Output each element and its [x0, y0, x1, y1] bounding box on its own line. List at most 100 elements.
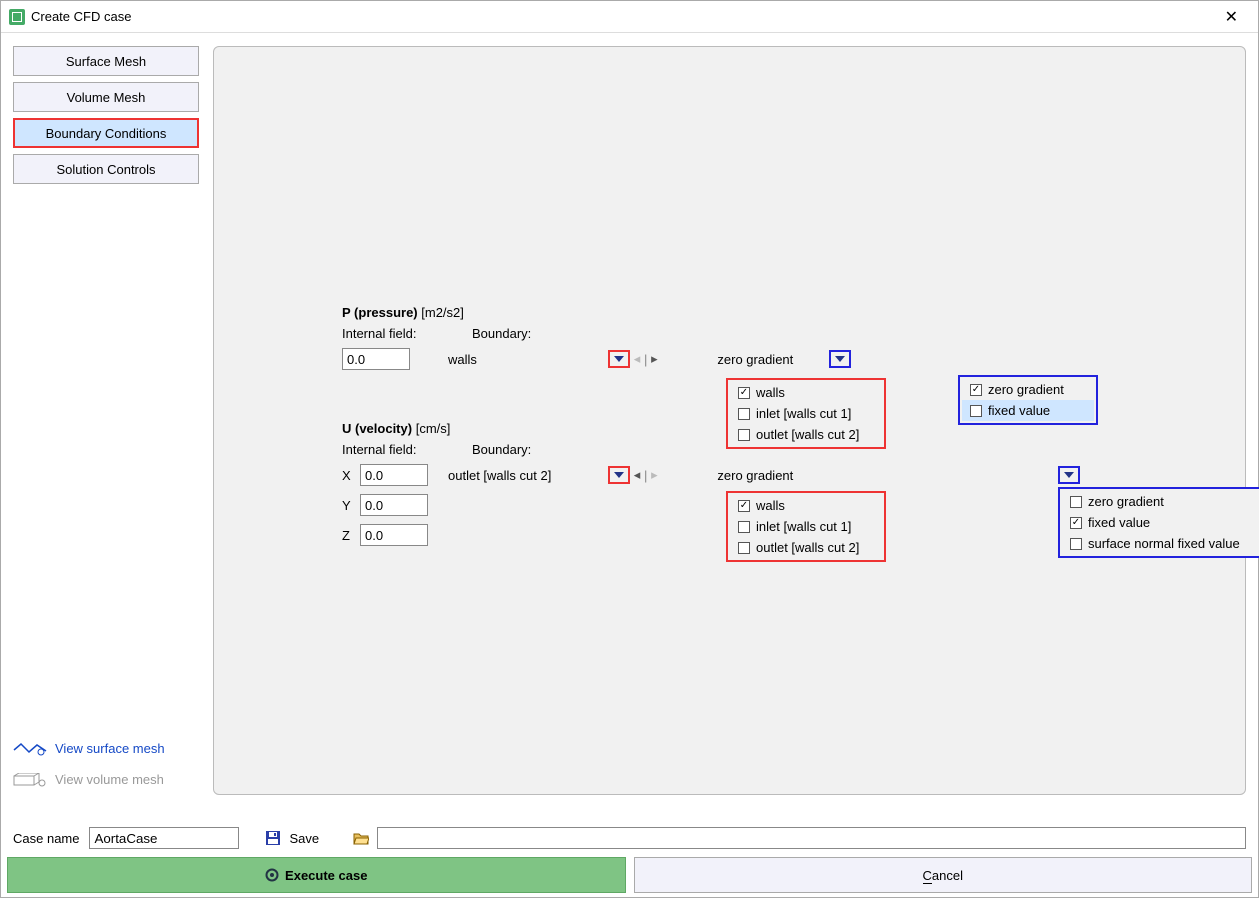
bc-option[interactable]: fixed value: [1062, 512, 1259, 533]
velocity-unit: [cm/s]: [416, 421, 451, 436]
sidebar: Surface Mesh Volume Mesh Boundary Condit…: [1, 34, 209, 807]
folder-open-icon[interactable]: [353, 830, 369, 846]
axis-label-z: Z: [342, 528, 360, 543]
window-title: Create CFD case: [31, 9, 131, 24]
execute-case-button[interactable]: Execute case: [7, 857, 626, 893]
pressure-boundary-dropdown[interactable]: [608, 350, 630, 368]
case-name-label: Case name: [13, 831, 79, 846]
pressure-unit: [m2/s2]: [421, 305, 464, 320]
checkbox-icon: [738, 521, 750, 533]
case-path-input[interactable]: [377, 827, 1246, 849]
checkbox-icon: [738, 408, 750, 420]
button-label: ancel: [932, 868, 963, 883]
close-button[interactable]: ✕: [1213, 3, 1250, 31]
boundary-option[interactable]: outlet [walls cut 2]: [730, 424, 882, 445]
bc-option[interactable]: fixed value: [962, 400, 1094, 421]
prev-boundary-button[interactable]: ◂: [632, 467, 642, 483]
titlebar: Create CFD case ✕: [1, 1, 1258, 33]
velocity-selected-boundary: outlet [walls cut 2]: [448, 468, 588, 483]
velocity-z-input[interactable]: [360, 524, 428, 546]
tab-label: Volume Mesh: [67, 90, 146, 105]
surface-mesh-icon: [13, 742, 47, 756]
button-label: Execute case: [285, 868, 367, 883]
boundary-option[interactable]: walls: [730, 495, 882, 516]
pressure-bc-label: zero gradient: [717, 352, 827, 367]
pressure-section: P (pressure) [m2/s2] Internal field: Bou…: [342, 305, 1162, 371]
checkbox-icon: [970, 384, 982, 396]
save-icon[interactable]: [265, 830, 281, 846]
boundary-option[interactable]: outlet [walls cut 2]: [730, 537, 882, 558]
option-label: fixed value: [1088, 515, 1150, 530]
bc-option[interactable]: surface normal fixed value: [1062, 533, 1259, 554]
tab-label: Surface Mesh: [66, 54, 146, 69]
link-label: View volume mesh: [55, 772, 164, 787]
chevron-down-icon: [614, 472, 624, 478]
option-label: outlet [walls cut 2]: [756, 427, 859, 442]
cancel-button[interactable]: Cancel: [634, 857, 1253, 893]
pressure-bc-dropdown[interactable]: [829, 350, 851, 368]
prev-boundary-button: ◂: [632, 351, 642, 367]
velocity-internal-label: Internal field:: [342, 442, 434, 457]
case-name-input[interactable]: [89, 827, 239, 849]
tab-label: Boundary Conditions: [46, 126, 167, 141]
option-label: inlet [walls cut 1]: [756, 519, 851, 534]
checkbox-icon: [970, 405, 982, 417]
content-panel: P (pressure) [m2/s2] Internal field: Bou…: [213, 46, 1246, 795]
pressure-boundary-popup: walls inlet [walls cut 1] outlet [walls …: [726, 378, 886, 449]
bc-option[interactable]: zero gradient: [1062, 491, 1259, 512]
velocity-bc-dropdown[interactable]: [1058, 466, 1080, 484]
option-label: outlet [walls cut 2]: [756, 540, 859, 555]
link-label: View surface mesh: [55, 741, 165, 756]
boundary-option[interactable]: walls: [730, 382, 882, 403]
pressure-internal-input[interactable]: [342, 348, 410, 370]
option-label: walls: [756, 498, 785, 513]
axis-label-y: Y: [342, 498, 360, 513]
volume-mesh-icon: [13, 773, 47, 787]
tab-solution-controls[interactable]: Solution Controls: [13, 154, 199, 184]
next-boundary-button[interactable]: ▸: [649, 351, 659, 367]
velocity-boundary-label: Boundary:: [472, 442, 531, 457]
option-label: zero gradient: [988, 382, 1064, 397]
pressure-title: P (pressure): [342, 305, 418, 320]
axis-label-x: X: [342, 468, 360, 483]
view-volume-mesh-link: View volume mesh: [13, 772, 201, 787]
pressure-selected-boundary: walls: [448, 352, 588, 367]
action-buttons: Execute case Cancel: [7, 857, 1252, 893]
pressure-internal-label: Internal field:: [342, 326, 434, 341]
velocity-x-input[interactable]: [360, 464, 428, 486]
chevron-down-icon: [1064, 472, 1074, 478]
chevron-down-icon: [614, 356, 624, 362]
option-label: walls: [756, 385, 785, 400]
checkbox-icon: [1070, 538, 1082, 550]
boundary-option[interactable]: inlet [walls cut 1]: [730, 516, 882, 537]
velocity-y-input[interactable]: [360, 494, 428, 516]
pressure-boundary-label: Boundary:: [472, 326, 531, 341]
app-icon: [9, 9, 25, 25]
option-label: surface normal fixed value: [1088, 536, 1240, 551]
gear-icon: [265, 868, 279, 882]
tab-surface-mesh[interactable]: Surface Mesh: [13, 46, 199, 76]
tab-volume-mesh[interactable]: Volume Mesh: [13, 82, 199, 112]
checkbox-icon: [1070, 517, 1082, 529]
tab-boundary-conditions[interactable]: Boundary Conditions: [13, 118, 199, 148]
boundary-option[interactable]: inlet [walls cut 1]: [730, 403, 882, 424]
checkbox-icon: [738, 542, 750, 554]
velocity-title: U (velocity): [342, 421, 412, 436]
save-label[interactable]: Save: [289, 831, 319, 846]
checkbox-icon: [738, 500, 750, 512]
bc-option[interactable]: zero gradient: [962, 379, 1094, 400]
checkbox-icon: [738, 429, 750, 441]
checkbox-icon: [738, 387, 750, 399]
velocity-bc-label: zero gradient: [717, 468, 827, 483]
velocity-boundary-popup: walls inlet [walls cut 1] outlet [walls …: [726, 491, 886, 562]
option-label: zero gradient: [1088, 494, 1164, 509]
main-area: Surface Mesh Volume Mesh Boundary Condit…: [1, 34, 1258, 807]
velocity-bc-popup: zero gradient fixed value surface normal…: [1058, 487, 1259, 558]
option-label: fixed value: [988, 403, 1050, 418]
velocity-boundary-dropdown[interactable]: [608, 466, 630, 484]
pressure-bc-popup: zero gradient fixed value: [958, 375, 1098, 425]
view-surface-mesh-link[interactable]: View surface mesh: [13, 741, 201, 756]
next-boundary-button: ▸: [649, 467, 659, 483]
checkbox-icon: [1070, 496, 1082, 508]
bottom-controls: Case name Save: [1, 821, 1258, 855]
